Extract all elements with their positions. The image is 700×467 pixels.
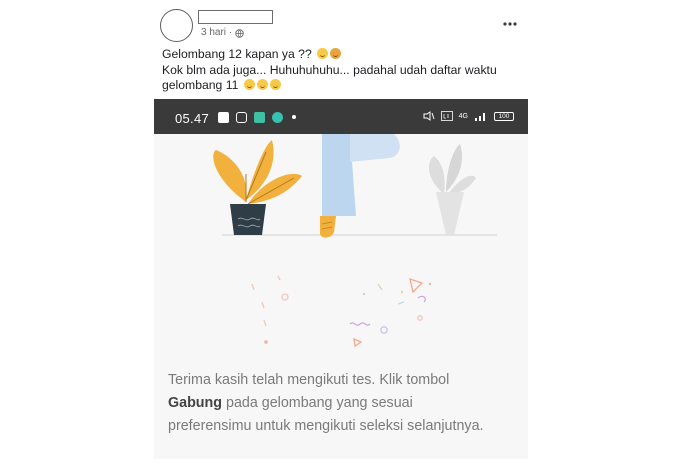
battery-icon: 100 bbox=[494, 111, 514, 121]
plant-icon bbox=[213, 140, 302, 235]
network-type: 4G bbox=[458, 112, 468, 120]
post-meta: 3 hari · bbox=[201, 27, 244, 39]
crying-face-emoji-icon bbox=[330, 48, 342, 59]
gray-plant-icon bbox=[428, 144, 476, 235]
person-legs-icon bbox=[320, 134, 400, 238]
more-horizontal-icon bbox=[503, 22, 517, 26]
facebook-post: 3 hari · Gelombang 12 kapan ya ?? Kok bl… bbox=[0, 0, 700, 467]
tired-face-emoji-icon bbox=[256, 79, 268, 91]
caption-line: gelombang 11 bbox=[162, 78, 542, 94]
app-icon bbox=[254, 112, 265, 123]
phone-status-bar: 05.47 4G 100 bbox=[154, 99, 528, 134]
avatar[interactable] bbox=[160, 9, 193, 42]
status-right: 4G 100 bbox=[423, 111, 514, 121]
confetti-icon bbox=[251, 275, 432, 348]
post-caption: Gelombang 12 kapan ya ?? Kok blm ada jug… bbox=[162, 47, 542, 94]
tired-face-emoji-icon bbox=[243, 79, 255, 91]
tired-face-emoji-icon bbox=[269, 79, 281, 91]
post-time[interactable]: 3 hari · bbox=[201, 27, 232, 39]
globe-icon bbox=[235, 28, 244, 38]
battery-level: 100 bbox=[498, 112, 510, 120]
caption-line: Kok blm ada juga... Huhuhuhuhu... padaha… bbox=[162, 62, 497, 77]
sad-face-emoji-icon bbox=[317, 48, 329, 59]
notification-icon bbox=[218, 112, 229, 123]
caption-line: Gelombang 12 kapan ya ?? bbox=[162, 47, 542, 63]
chat-icon bbox=[272, 112, 283, 123]
signal-icon bbox=[475, 113, 485, 121]
instagram-icon bbox=[236, 112, 247, 123]
attached-screenshot[interactable]: 05.47 4G 100 Terima kasih telah mengikut… bbox=[154, 99, 528, 459]
result-message: Terima kasih telah mengikuti tes. Klik t… bbox=[168, 372, 484, 434]
volte-icon bbox=[440, 111, 453, 121]
author-name-redacted[interactable] bbox=[198, 10, 273, 24]
mute-icon bbox=[423, 111, 435, 121]
phone-time: 05.47 bbox=[175, 111, 210, 126]
more-options-button[interactable] bbox=[500, 14, 520, 34]
illustration bbox=[213, 134, 497, 348]
dot-icon bbox=[292, 115, 296, 119]
gabung-highlight: Gabung bbox=[168, 395, 223, 411]
